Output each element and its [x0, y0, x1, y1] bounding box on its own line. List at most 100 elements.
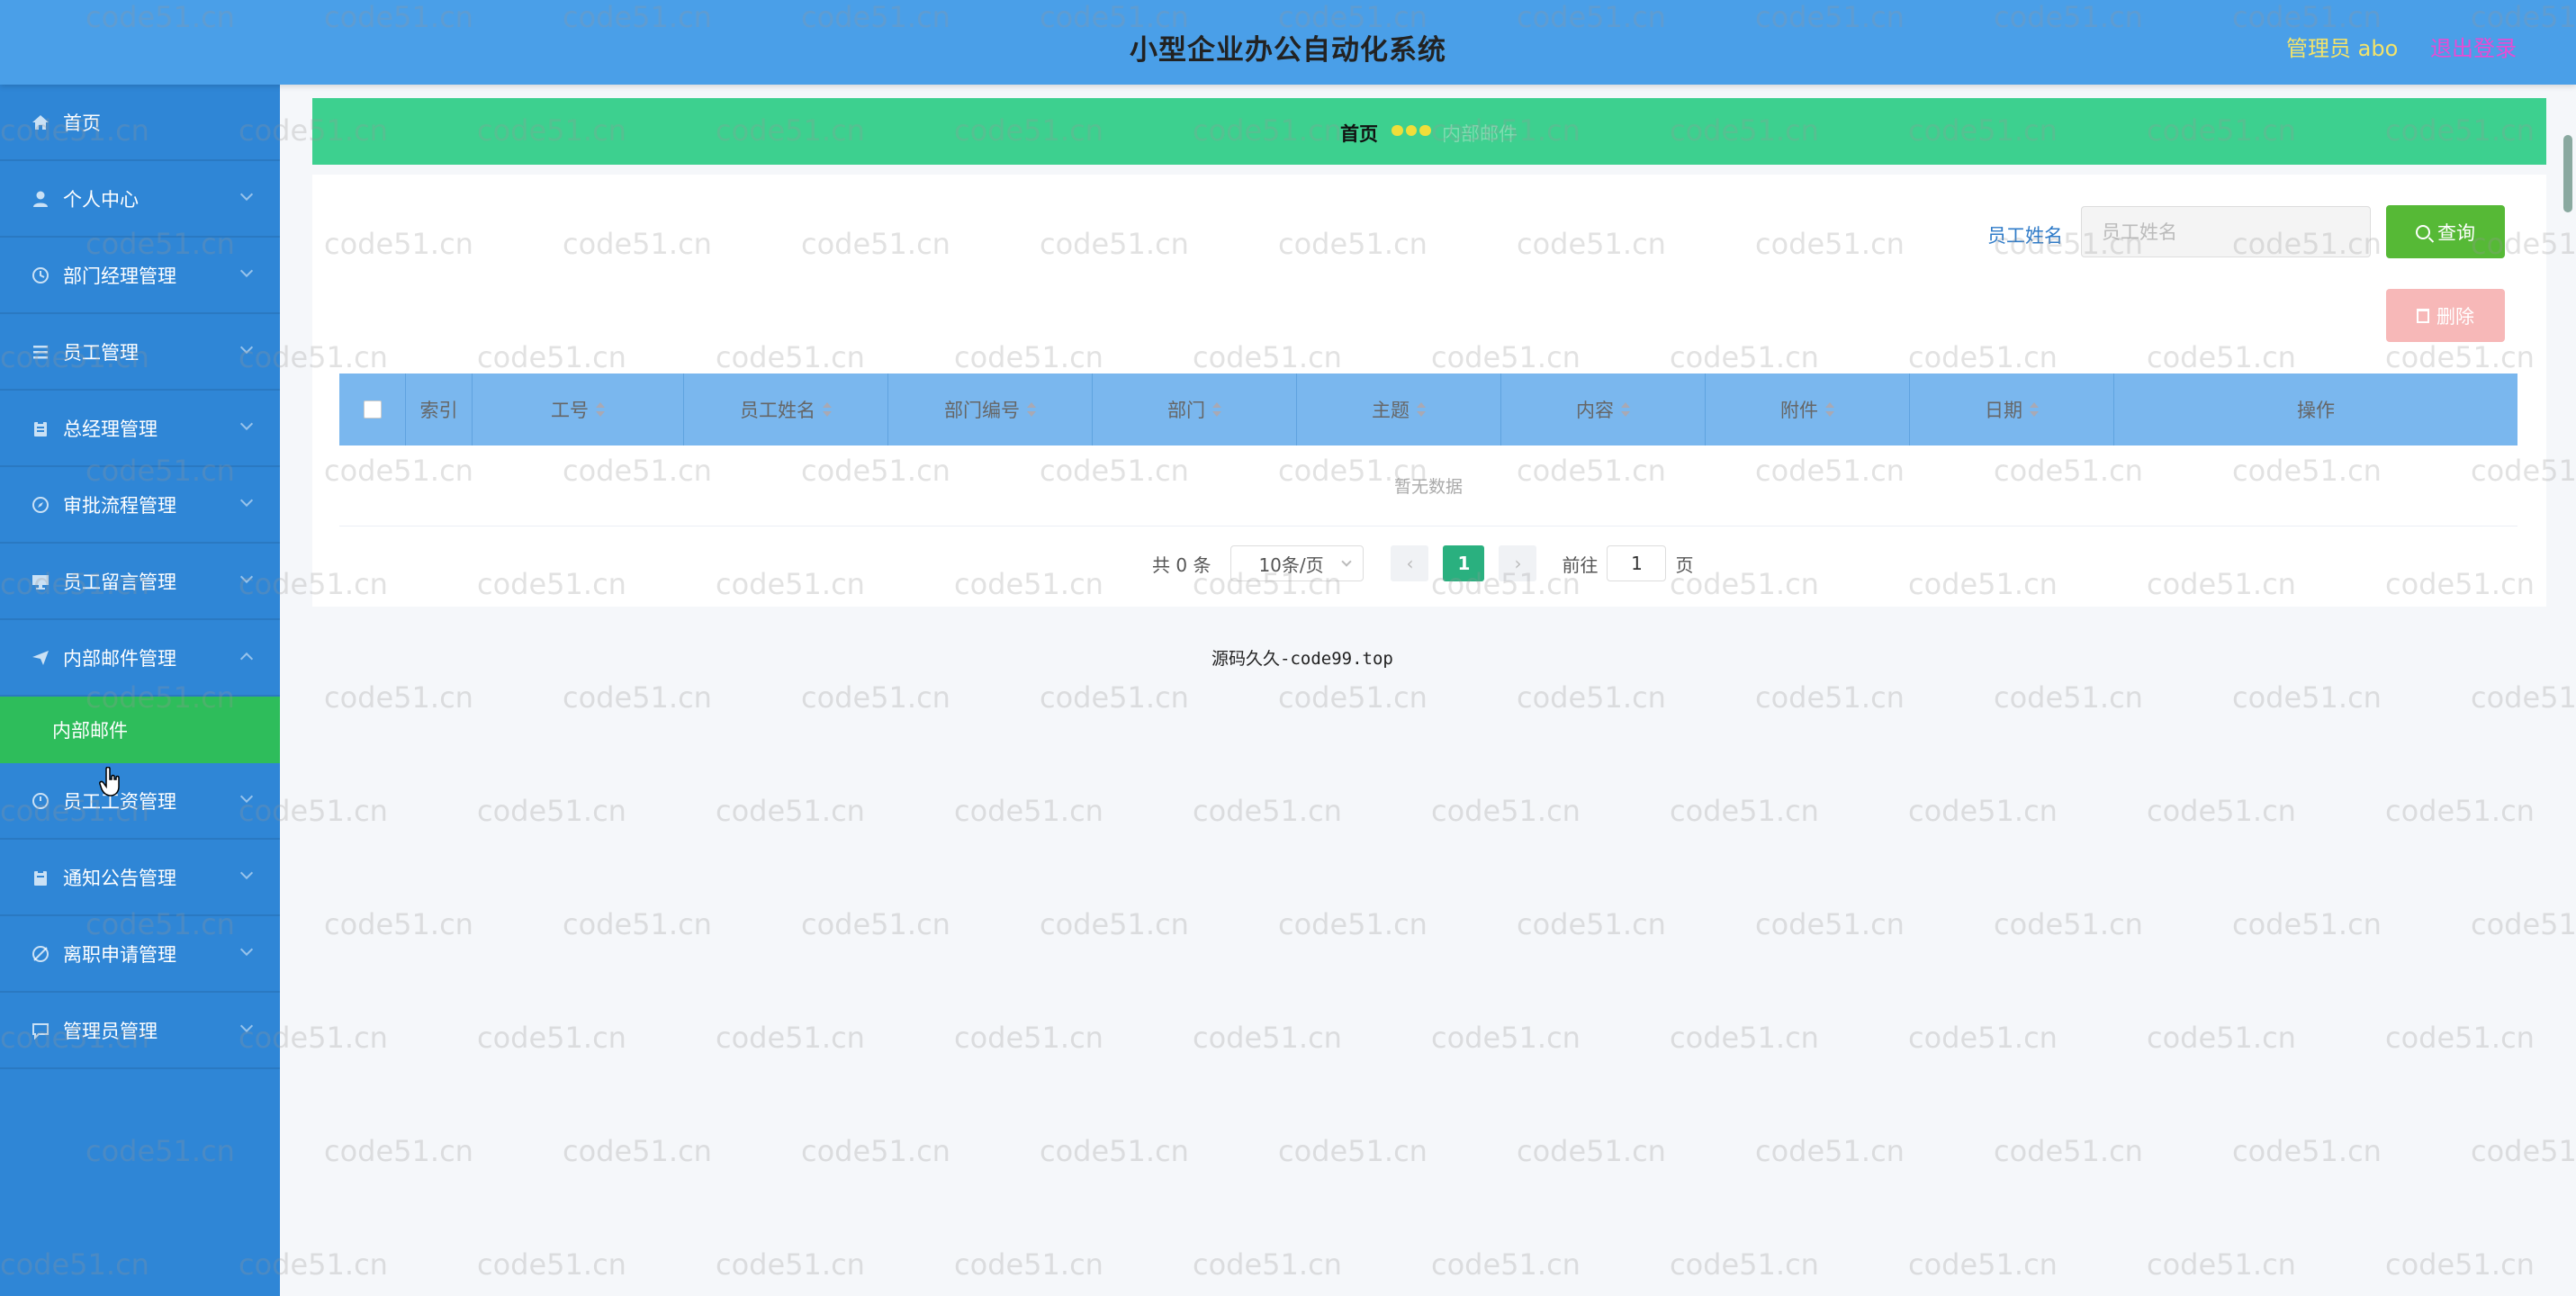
sidebar-item-label: 部门经理管理 — [63, 265, 176, 287]
table-header-subject[interactable]: 主题 — [1297, 374, 1501, 446]
sidebar-item-admin[interactable]: 管理员管理 — [0, 993, 280, 1069]
sort-icon[interactable] — [1825, 402, 1834, 417]
sidebar-item-label: 个人中心 — [63, 188, 139, 211]
table-header-dept[interactable]: 部门 — [1093, 374, 1297, 446]
page-size-select[interactable]: 10条/页 — [1230, 545, 1365, 581]
sidebar-item-resignation[interactable]: 离职申请管理 — [0, 916, 280, 993]
sidebar-item-approval[interactable]: 审批流程管理 — [0, 467, 280, 544]
watermark-text: code51.cn — [801, 907, 950, 941]
search-button-label: 查询 — [2437, 221, 2475, 244]
page-scrollbar[interactable] — [2563, 135, 2572, 212]
column-label: 员工姓名 — [740, 400, 815, 421]
table-header-content[interactable]: 内容 — [1501, 374, 1706, 446]
sort-icon[interactable] — [1212, 402, 1221, 417]
sidebar-item-home[interactable]: 首页 — [0, 85, 280, 161]
search-button[interactable]: 查询 — [2386, 205, 2505, 258]
watermark-text: code51.cn — [1755, 907, 1905, 941]
chevron-down-icon — [239, 417, 254, 431]
watermark-text: code51.cn — [2232, 680, 2382, 715]
sidebar-item-message[interactable]: 员工留言管理 — [0, 544, 280, 620]
chevron-down-icon — [239, 1019, 254, 1033]
sidebar-item-general-manager[interactable]: 总经理管理 — [0, 391, 280, 467]
watermark-text: code51.cn — [1193, 1021, 1342, 1055]
page-number-button[interactable]: 1 — [1443, 545, 1485, 581]
table-header-date[interactable]: 日期 — [1910, 374, 2114, 446]
watermark-text: code51.cn — [801, 1134, 950, 1168]
sort-icon[interactable] — [1621, 402, 1630, 417]
employee-name-search-input[interactable] — [2081, 206, 2371, 257]
sort-icon[interactable] — [823, 402, 832, 417]
watermark-text: code51.cn — [2471, 1134, 2576, 1168]
submenu-item-internal-mail[interactable]: 内部邮件 — [0, 697, 280, 763]
sidebar-item-profile[interactable]: 个人中心 — [0, 161, 280, 238]
search-label: 员工姓名 — [1987, 225, 2063, 247]
list-icon — [31, 342, 50, 362]
column-label: 内容 — [1576, 400, 1614, 421]
prev-page-button[interactable]: ‹ — [1391, 545, 1429, 581]
table-header-dept-id[interactable]: 部门编号 — [888, 374, 1093, 446]
sidebar-item-notice[interactable]: 通知公告管理 — [0, 840, 280, 916]
send-icon — [31, 648, 50, 668]
watermark-text: code51.cn — [477, 1247, 626, 1282]
watermark-text: code51.cn — [324, 907, 473, 941]
mail-table: 索引 工号 员工姓名 部门编号 部门 主题 内容 附件 日期 操作 暂无数据 — [339, 374, 2517, 526]
clipboard-icon — [31, 868, 50, 887]
column-label: 部门 — [1167, 400, 1205, 421]
watermark-text: code51.cn — [2471, 680, 2576, 715]
watermark-text: code51.cn — [1670, 794, 1819, 828]
sort-icon[interactable] — [1027, 402, 1036, 417]
watermark-text: code51.cn — [563, 907, 712, 941]
chevron-down-icon — [239, 493, 254, 508]
delete-button[interactable]: 删除 — [2386, 289, 2505, 342]
watermark-text: code51.cn — [2147, 794, 2296, 828]
watermark-text: code51.cn — [2147, 1247, 2296, 1282]
sidebar-item-label: 管理员管理 — [63, 1020, 158, 1042]
watermark-text: code51.cn — [954, 1021, 1103, 1055]
watermark-text: code51.cn — [563, 1134, 712, 1168]
watermark-text: code51.cn — [1994, 1134, 2143, 1168]
logout-link[interactable]: 退出登录 — [2430, 31, 2517, 62]
sort-icon[interactable] — [1417, 402, 1426, 417]
goto-page-input[interactable] — [1607, 545, 1667, 581]
watermark-text: code51.cn — [2232, 1134, 2382, 1168]
watermark-text: code51.cn — [1755, 680, 1905, 715]
sort-icon[interactable] — [596, 402, 605, 417]
watermark-text: code51.cn — [1278, 680, 1428, 715]
watermark-text: code51.cn — [324, 1134, 473, 1168]
sidebar-item-internal-mail[interactable]: 内部邮件管理 — [0, 620, 280, 697]
sidebar-item-employee[interactable]: 员工管理 — [0, 314, 280, 391]
table-header-employee-name[interactable]: 员工姓名 — [684, 374, 888, 446]
chevron-down-icon — [1341, 556, 1353, 567]
select-all-checkbox[interactable] — [363, 400, 382, 418]
page-size-value: 10条/页 — [1258, 554, 1324, 576]
watermark-text: code51.cn — [563, 680, 712, 715]
chevron-down-icon — [239, 866, 254, 880]
sidebar-item-salary[interactable]: 员工工资管理 — [0, 763, 280, 840]
page-unit-label: 页 — [1675, 554, 1694, 576]
column-label: 日期 — [1985, 400, 2022, 421]
column-label: 操作 — [2297, 400, 2335, 421]
breadcrumb: 首页 内部邮件 — [312, 98, 2546, 165]
table-empty-placeholder: 暂无数据 — [339, 446, 2517, 526]
sidebar-item-dept-manager[interactable]: 部门经理管理 — [0, 238, 280, 314]
sort-icon[interactable] — [2030, 402, 2039, 417]
sidebar-item-label: 审批流程管理 — [63, 494, 176, 517]
clock-icon — [31, 791, 50, 811]
chevron-right-icon: › — [1514, 553, 1522, 574]
watermark-text: code51.cn — [2385, 1021, 2535, 1055]
breadcrumb-home-link[interactable]: 首页 — [1340, 120, 1378, 147]
delete-button-label: 删除 — [2436, 305, 2474, 328]
watermark-text: code51.cn — [1193, 794, 1342, 828]
compass-icon — [31, 495, 50, 515]
column-label: 附件 — [1780, 400, 1818, 421]
table-header-employee-id[interactable]: 工号 — [473, 374, 684, 446]
next-page-button[interactable]: › — [1499, 545, 1537, 581]
watermark-text: code51.cn — [1755, 1134, 1905, 1168]
breadcrumb-current: 内部邮件 — [1442, 123, 1518, 145]
pagination-total: 共 0 条 — [1152, 554, 1211, 576]
watermark-text: code51.cn — [1517, 680, 1666, 715]
table-header-attachment[interactable]: 附件 — [1706, 374, 1910, 446]
compass-off-icon — [31, 944, 50, 964]
sidebar-item-label: 总经理管理 — [63, 418, 158, 440]
chevron-down-icon — [239, 187, 254, 202]
